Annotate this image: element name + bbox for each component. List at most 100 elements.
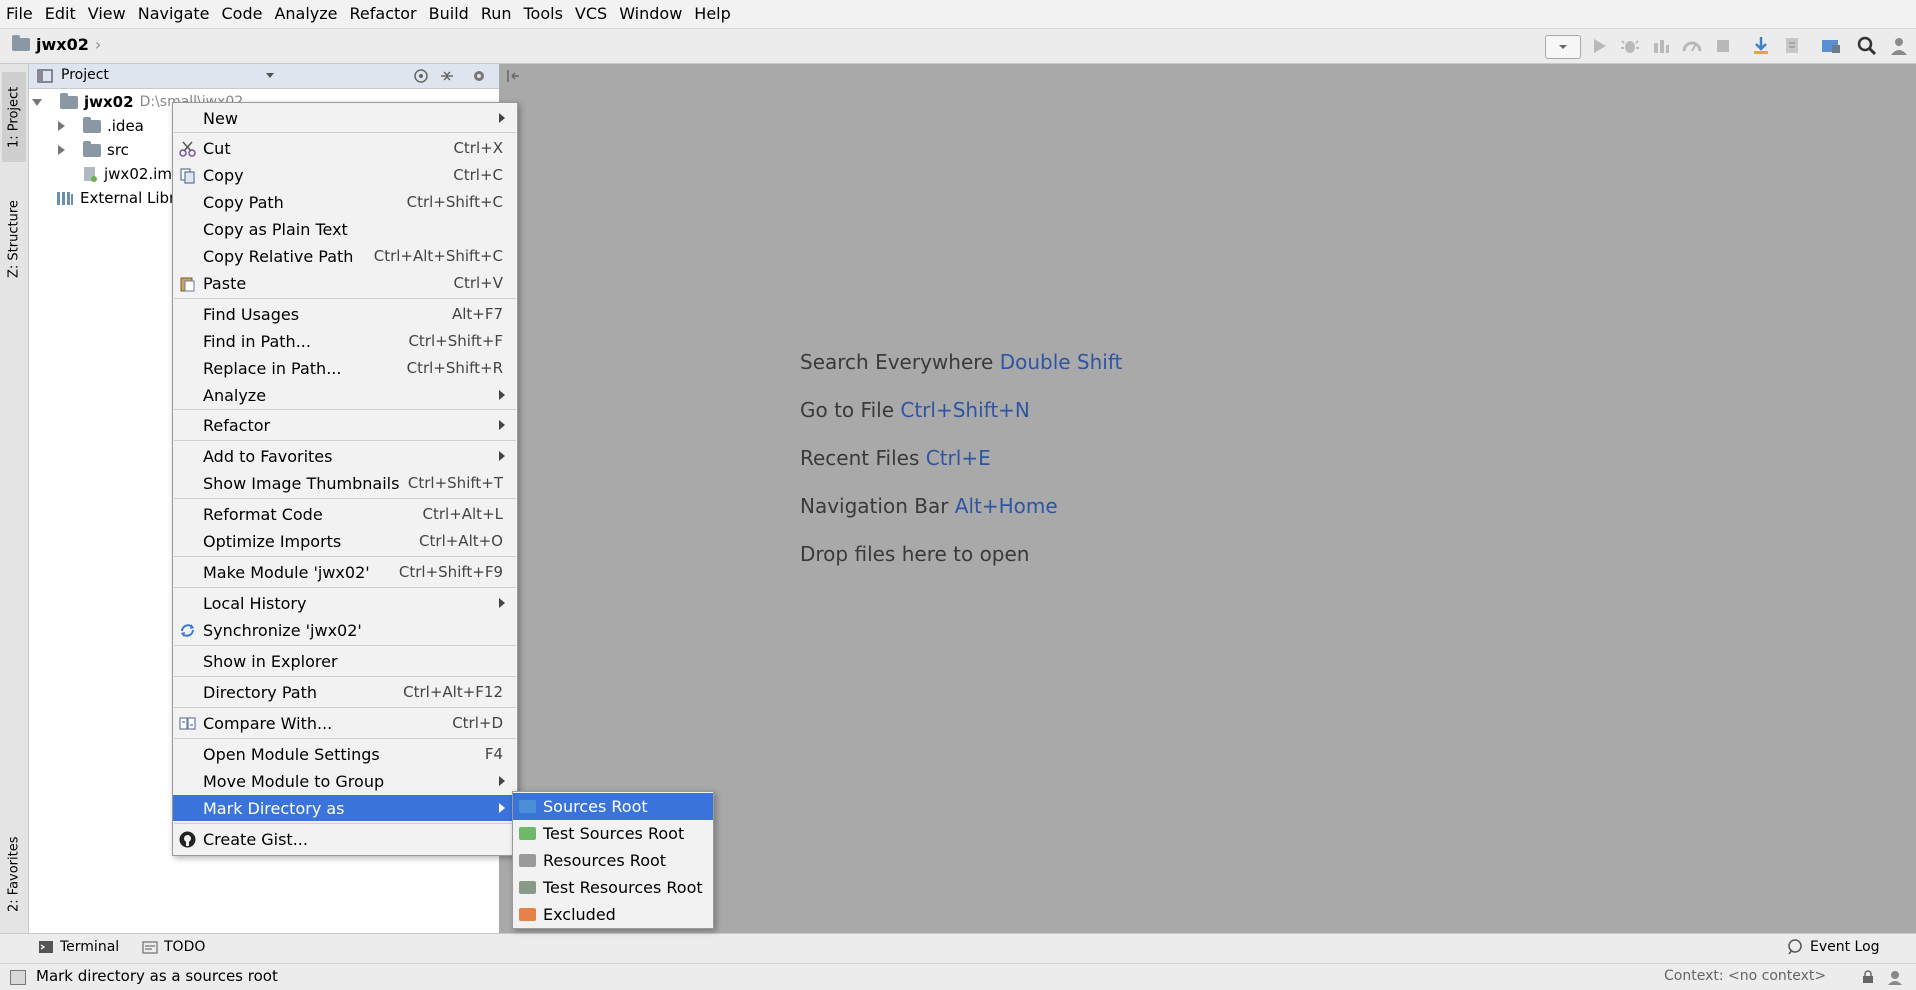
tab-event-log-label: Event Log: [1810, 939, 1880, 955]
tab-terminal[interactable]: Terminal: [38, 939, 119, 955]
menu-item-find-usages[interactable]: Find Usages Alt+F7: [173, 301, 517, 327]
menu-vcs[interactable]: VCS: [569, 0, 613, 28]
submenu-item-excluded[interactable]: Excluded: [513, 901, 713, 928]
commit-icon: [1786, 38, 1798, 53]
menu-item-analyze[interactable]: Analyze: [173, 382, 517, 408]
menu-item-copy-plain-text[interactable]: Copy as Plain Text: [173, 216, 517, 242]
menu-item-add-to-favorites[interactable]: Add to Favorites: [173, 443, 517, 469]
gear-icon[interactable]: [471, 68, 487, 84]
menu-item-create-gist[interactable]: Create Gist...: [173, 826, 517, 852]
menu-item-label: Copy Relative Path: [203, 246, 354, 266]
vcs-update-button[interactable]: [1750, 35, 1772, 57]
hint-navigation-bar: Navigation Bar Alt+Home: [800, 494, 1058, 518]
menu-edit[interactable]: Edit: [39, 0, 82, 28]
collapse-all-icon[interactable]: [439, 68, 455, 84]
tab-event-log[interactable]: Event Log: [1786, 939, 1880, 955]
menu-code[interactable]: Code: [216, 0, 269, 28]
menu-item-local-history[interactable]: Local History: [173, 590, 517, 616]
menu-refactor[interactable]: Refactor: [344, 0, 423, 28]
menu-item-make-module[interactable]: Make Module 'jwx02' Ctrl+Shift+F9: [173, 559, 517, 585]
project-structure-button[interactable]: [1820, 35, 1842, 57]
menu-analyze[interactable]: Analyze: [268, 0, 343, 28]
stop-button[interactable]: [1712, 35, 1734, 57]
coverage-button[interactable]: [1650, 35, 1672, 57]
menu-item-cut[interactable]: Cut Ctrl+X: [173, 135, 517, 161]
module-file-icon: [84, 167, 97, 182]
debug-button[interactable]: [1619, 35, 1641, 57]
menu-item-shortcut: Alt+F7: [451, 305, 503, 323]
sync-icon: [181, 624, 194, 637]
tab-structure[interactable]: Z: Structure: [2, 184, 26, 294]
excluded-folder-icon: [519, 908, 536, 921]
menu-item-find-in-path[interactable]: Find in Path... Ctrl+Shift+F: [173, 328, 517, 354]
menu-item-synchronize[interactable]: Synchronize 'jwx02': [173, 617, 517, 643]
menu-item-show-image-thumbnails[interactable]: Show Image Thumbnails Ctrl+Shift+T: [173, 470, 517, 496]
run-button[interactable]: [1588, 35, 1610, 57]
menu-view[interactable]: View: [82, 0, 132, 28]
menu-item-directory-path[interactable]: Directory Path Ctrl+Alt+F12: [173, 679, 517, 705]
project-panel-title[interactable]: Project: [61, 67, 109, 83]
menu-window[interactable]: Window: [613, 0, 688, 28]
run-config-dropdown[interactable]: [1545, 35, 1581, 59]
hint-text: Search Everywhere: [800, 350, 994, 374]
menu-item-open-module-settings[interactable]: Open Module Settings F4: [173, 741, 517, 767]
submenu-item-resources-root[interactable]: Resources Root: [513, 847, 713, 874]
locate-icon[interactable]: [413, 68, 429, 84]
menu-build[interactable]: Build: [423, 0, 475, 28]
submenu-arrow-icon: [499, 390, 505, 400]
search-button[interactable]: [1856, 35, 1878, 57]
tree-item-external-libraries[interactable]: External Libra: [56, 186, 184, 210]
menu-item-copy-relative-path[interactable]: Copy Relative Path Ctrl+Alt+Shift+C: [173, 243, 517, 269]
tab-todo[interactable]: TODO: [142, 939, 205, 955]
tab-favorites[interactable]: 2: Favorites: [2, 824, 26, 924]
user-button[interactable]: [1888, 35, 1910, 57]
menu-navigate[interactable]: Navigate: [132, 0, 216, 28]
submenu-item-test-resources-root[interactable]: Test Resources Root: [513, 874, 713, 901]
menu-item-copy-path[interactable]: Copy Path Ctrl+Shift+C: [173, 189, 517, 215]
menu-file[interactable]: File: [0, 0, 39, 28]
menu-item-label: Copy as Plain Text: [203, 219, 348, 239]
tree-item-idea[interactable]: .idea: [58, 114, 144, 138]
submenu-item-sources-root[interactable]: Sources Root: [513, 793, 713, 820]
menu-item-move-module-to-group[interactable]: Move Module to Group: [173, 768, 517, 794]
menu-tools[interactable]: Tools: [518, 0, 569, 28]
menu-item-label: Add to Favorites: [203, 446, 333, 466]
tab-project[interactable]: 1: Project: [2, 72, 26, 162]
menu-item-replace-in-path[interactable]: Replace in Path... Ctrl+Shift+R: [173, 355, 517, 381]
submenu-item-test-sources-root[interactable]: Test Sources Root: [513, 820, 713, 847]
menu-item-show-in-explorer[interactable]: Show in Explorer: [173, 648, 517, 674]
menu-item-label: Compare With...: [203, 713, 333, 733]
todo-icon: [142, 941, 158, 954]
menu-item-compare-with[interactable]: Compare With... Ctrl+D: [173, 710, 517, 736]
tree-item-src[interactable]: src: [58, 138, 129, 162]
vcs-commit-button[interactable]: [1781, 35, 1803, 57]
menu-item-label: Refactor: [203, 415, 271, 435]
chevron-down-icon[interactable]: [265, 72, 275, 80]
menu-item-optimize-imports[interactable]: Optimize Imports Ctrl+Alt+O: [173, 528, 517, 554]
lock-icon[interactable]: [1862, 970, 1874, 984]
menu-item-label: Show in Explorer: [203, 651, 338, 671]
folder-icon: [83, 140, 101, 157]
menu-item-copy[interactable]: Copy Ctrl+C: [173, 162, 517, 188]
tree-item-iml[interactable]: jwx02.iml: [82, 162, 176, 186]
project-panel-header: Project: [29, 64, 519, 89]
stop-icon: [1717, 40, 1729, 52]
submenu-item-label: Test Sources Root: [543, 824, 685, 843]
menu-separator: [174, 556, 516, 557]
menu-item-reformat-code[interactable]: Reformat Code Ctrl+Alt+L: [173, 501, 517, 527]
menu-item-mark-directory-as[interactable]: Mark Directory as: [173, 795, 517, 821]
menu-separator: [174, 738, 516, 739]
inspector-icon[interactable]: [1886, 968, 1904, 986]
menu-item-paste[interactable]: Paste Ctrl+V: [173, 270, 517, 296]
menu-run[interactable]: Run: [475, 0, 518, 28]
menu-item-new[interactable]: New: [173, 105, 517, 131]
hide-panel-icon[interactable]: [505, 68, 521, 84]
compare-icon: [179, 717, 196, 730]
menu-help[interactable]: Help: [688, 0, 736, 28]
menu-separator: [174, 498, 516, 499]
menu-item-refactor[interactable]: Refactor: [173, 412, 517, 438]
profiler-button[interactable]: [1681, 35, 1703, 57]
panel-toggle-icon[interactable]: [10, 970, 26, 985]
breadcrumb[interactable]: jwx02 ›: [12, 35, 101, 54]
menu-separator: [174, 440, 516, 441]
